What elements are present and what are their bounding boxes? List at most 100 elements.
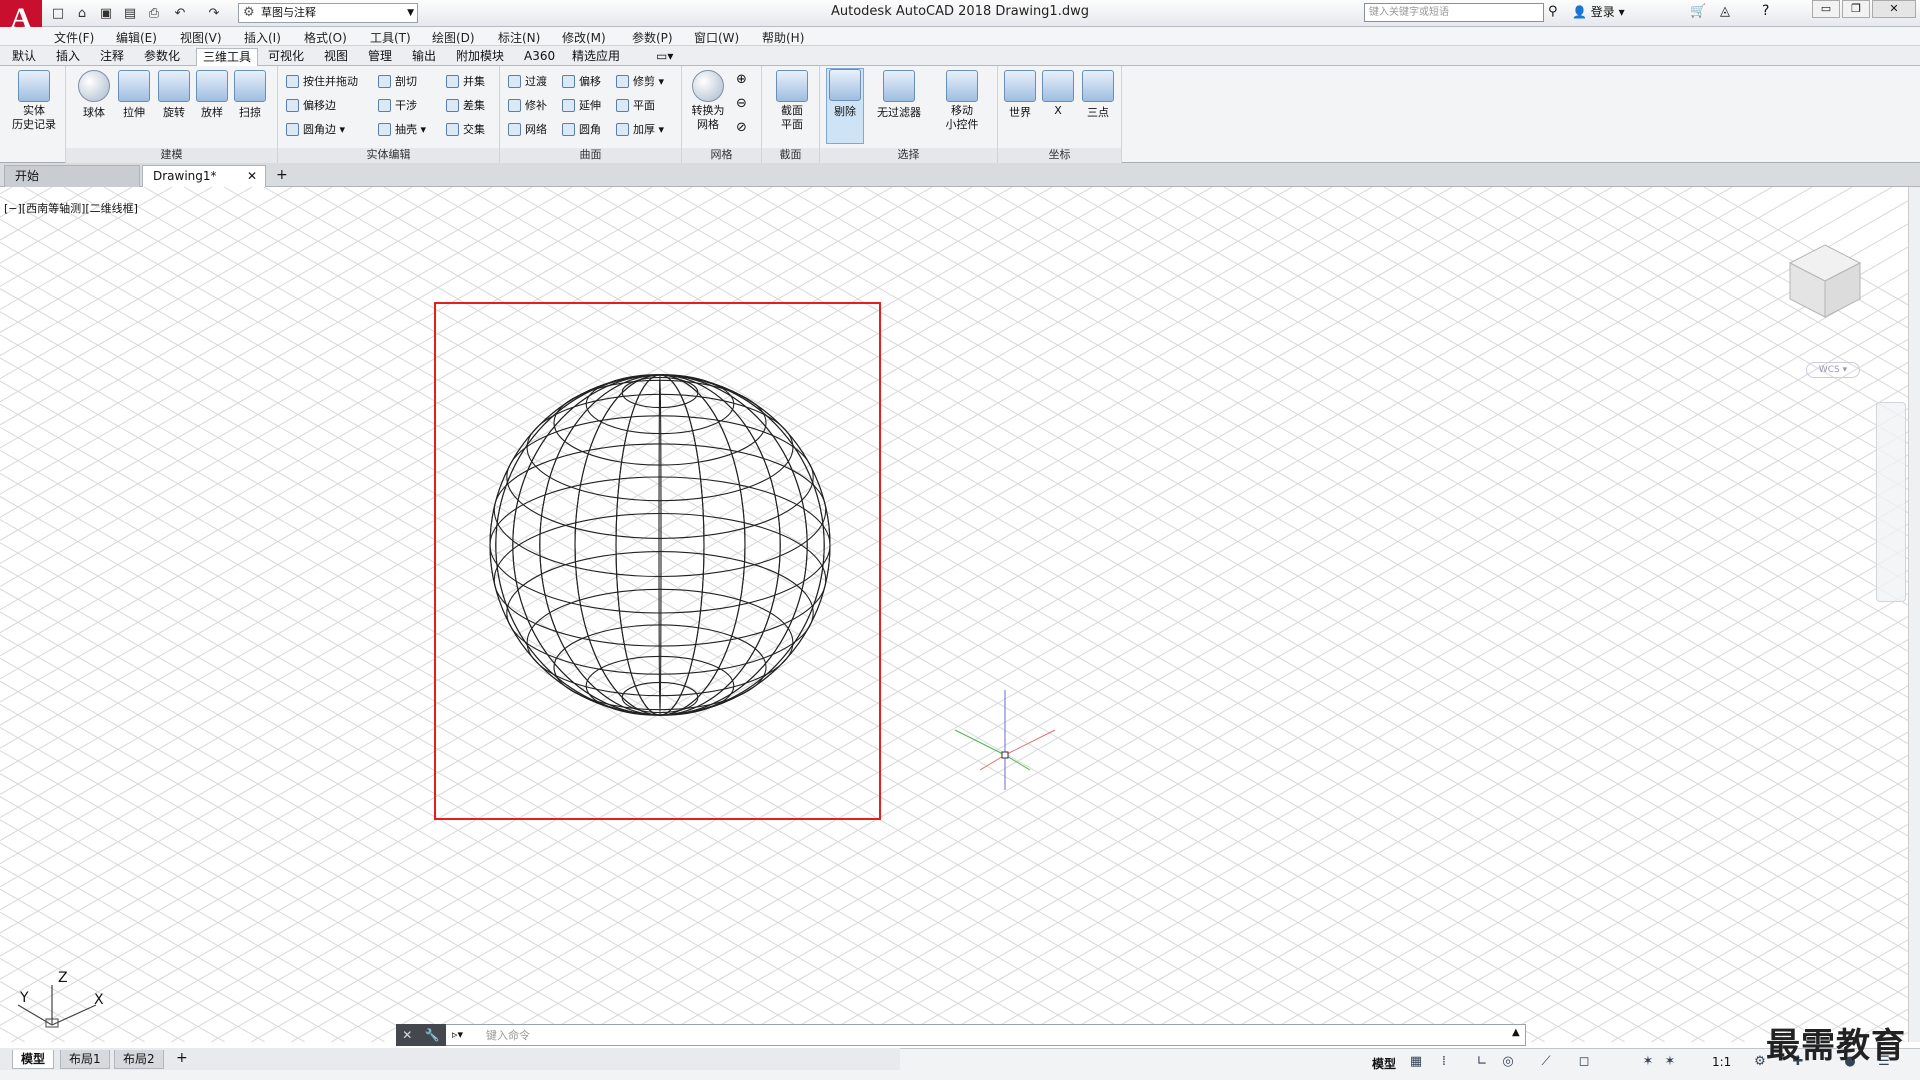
new-tab-button[interactable]: + — [276, 167, 288, 183]
culling-button[interactable]: 剔除 — [826, 68, 864, 144]
save-as-icon[interactable]: ▤ — [120, 3, 140, 23]
tab-addins[interactable]: 附加模块 — [450, 48, 510, 66]
revolve-button[interactable]: 旋转 — [154, 70, 194, 146]
isodraft-icon[interactable]: ⟋ — [1538, 1054, 1554, 1070]
section-plane-button[interactable]: 截面 平面 — [770, 70, 814, 146]
restore-button[interactable]: ❐ — [1842, 0, 1870, 18]
panel-title-surface[interactable]: 曲面 — [500, 148, 681, 163]
no-filter-button[interactable]: 无过滤器 — [870, 70, 928, 146]
ucs-x-button[interactable]: X — [1040, 70, 1076, 146]
redo-icon[interactable]: ↷ — [204, 3, 224, 23]
tab-start[interactable]: 开始 — [4, 165, 140, 187]
slice-button[interactable]: 剖切 — [378, 72, 417, 90]
sweep-button[interactable]: 扫掠 — [230, 70, 270, 146]
tab-insert[interactable]: 插入 — [50, 48, 86, 66]
mesh-smooth-icon[interactable]: ⊕ — [736, 72, 747, 87]
tab-output[interactable]: 输出 — [406, 48, 442, 66]
fillet-edge-button[interactable]: 圆角边 ▾ — [286, 120, 345, 138]
menu-file[interactable]: 文件(F) — [54, 29, 94, 46]
subtract-button[interactable]: 差集 — [446, 96, 485, 114]
menu-view[interactable]: 视图(V) — [180, 29, 222, 46]
save-icon[interactable]: ▣ — [96, 3, 116, 23]
close-icon[interactable]: ✕ — [247, 166, 257, 186]
tab-visualize[interactable]: 可视化 — [262, 48, 310, 66]
shell-button[interactable]: 抽壳 ▾ — [378, 120, 426, 138]
help-icon[interactable]: ? — [1762, 3, 1769, 19]
surf-offset-button[interactable]: 偏移 — [562, 72, 601, 90]
snap-icon[interactable]: ⁞ — [1436, 1054, 1452, 1070]
union-button[interactable]: 并集 — [446, 72, 485, 90]
annotation-scale[interactable]: 1:1 — [1712, 1055, 1731, 1069]
help-search-input[interactable]: 键入关键字或短语 — [1364, 3, 1544, 22]
move-gizmo-button[interactable]: 移动 小控件 — [936, 70, 988, 146]
mesh-crease-icon[interactable]: ⊘ — [736, 120, 747, 135]
a360-icon[interactable]: ◬ — [1720, 4, 1730, 19]
surf-fillet-button[interactable]: 圆角 — [562, 120, 601, 138]
menu-parametric[interactable]: 参数(P) — [632, 29, 673, 46]
tab-a360[interactable]: A360 — [518, 48, 561, 66]
login-button[interactable]: 👤 登录 ▾ — [1572, 3, 1625, 20]
menu-window[interactable]: 窗口(W) — [694, 29, 739, 46]
cart-icon[interactable]: 🛒 — [1690, 4, 1706, 19]
thicken-button[interactable]: 加厚 ▾ — [616, 120, 664, 138]
wcs-menu[interactable]: WCS ▾ — [1806, 362, 1860, 378]
panel-title-section[interactable]: 截面 — [762, 148, 819, 163]
layout-tab-model[interactable]: 模型 — [12, 1050, 55, 1069]
offset-edge-button[interactable]: 偏移边 — [286, 96, 336, 114]
grid-icon[interactable]: ▦ — [1408, 1054, 1424, 1070]
tab-default[interactable]: 默认 — [6, 48, 42, 66]
ucs-world-button[interactable]: 世界 — [1002, 70, 1038, 146]
new-file-icon[interactable]: □ — [48, 3, 68, 23]
command-line-handle[interactable]: ✕ 🔧 — [396, 1024, 446, 1046]
planar-button[interactable]: 平面 — [616, 96, 655, 114]
tab-3d-tools[interactable]: 三维工具 — [196, 48, 259, 67]
menu-dimension[interactable]: 标注(N) — [498, 29, 540, 46]
ortho-icon[interactable]: ∟ — [1474, 1054, 1490, 1070]
patch-button[interactable]: 修补 — [508, 96, 547, 114]
print-icon[interactable]: ⎙ — [144, 3, 164, 23]
binoculars-icon[interactable]: ⚲ — [1548, 4, 1558, 19]
add-layout-button[interactable]: + — [176, 1050, 188, 1066]
object-snap-icon[interactable]: ◻ — [1576, 1054, 1592, 1070]
viewcube[interactable] — [1780, 235, 1870, 335]
panel-title-coordinates[interactable]: 坐标 — [998, 148, 1121, 163]
menu-insert[interactable]: 插入(I) — [244, 29, 281, 46]
tab-featured-apps[interactable]: 精选应用 — [566, 48, 626, 66]
chevron-up-icon[interactable]: ▲ — [1512, 1027, 1520, 1038]
layout-tab-layout2[interactable]: 布局2 — [114, 1050, 164, 1069]
command-line[interactable] — [396, 1024, 1526, 1046]
tab-parametric[interactable]: 参数化 — [138, 48, 186, 66]
network-button[interactable]: 网络 — [508, 120, 547, 138]
workspace-dropdown[interactable]: ⚙ 草图与注释 ▼ — [238, 3, 418, 23]
panel-title-mesh[interactable]: 网格 — [682, 148, 761, 163]
intersect-button[interactable]: 交集 — [446, 120, 485, 138]
mesh-refine-icon[interactable]: ⊖ — [736, 96, 747, 111]
close-icon[interactable]: ✕ — [402, 1028, 412, 1042]
viewport-controls[interactable]: [−][西南等轴测][二维线框] — [4, 200, 138, 216]
menu-modify[interactable]: 修改(M) — [562, 29, 606, 46]
ribbon-toggle-icon[interactable]: ▭▾ — [650, 48, 679, 66]
extrude-button[interactable]: 拉伸 — [114, 70, 154, 146]
command-input[interactable]: 键入命令 — [486, 1027, 530, 1043]
loft-button[interactable]: 放样 — [192, 70, 232, 146]
blend-button[interactable]: 过渡 — [508, 72, 547, 90]
tab-drawing1[interactable]: Drawing1* ✕ — [142, 165, 266, 187]
presspull-button[interactable]: 按住并拖动 — [286, 72, 358, 90]
annotation-visibility-icon[interactable]: ✶ — [1640, 1054, 1656, 1070]
menu-format[interactable]: 格式(O) — [304, 29, 347, 46]
ucs-3point-button[interactable]: 三点 — [1080, 70, 1116, 146]
trim-button[interactable]: 修剪 ▾ — [616, 72, 664, 90]
menu-tools[interactable]: 工具(T) — [370, 29, 411, 46]
menu-edit[interactable]: 编辑(E) — [116, 29, 157, 46]
interfere-button[interactable]: 干涉 — [378, 96, 417, 114]
panel-title-modeling[interactable]: 建模 — [66, 148, 277, 163]
panel-title-solid-edit[interactable]: 实体编辑 — [278, 148, 499, 163]
sphere-button[interactable]: 球体 — [74, 70, 114, 146]
tab-annotate[interactable]: 注释 — [94, 48, 130, 66]
navigation-bar[interactable] — [1876, 402, 1906, 602]
open-file-icon[interactable]: ⌂ — [72, 3, 92, 23]
close-button[interactable]: ✕ — [1872, 0, 1916, 18]
vertical-scrollbar[interactable] — [1908, 187, 1920, 1042]
minimize-button[interactable]: ▭ — [1812, 0, 1840, 18]
undo-icon[interactable]: ↶ — [170, 3, 190, 23]
